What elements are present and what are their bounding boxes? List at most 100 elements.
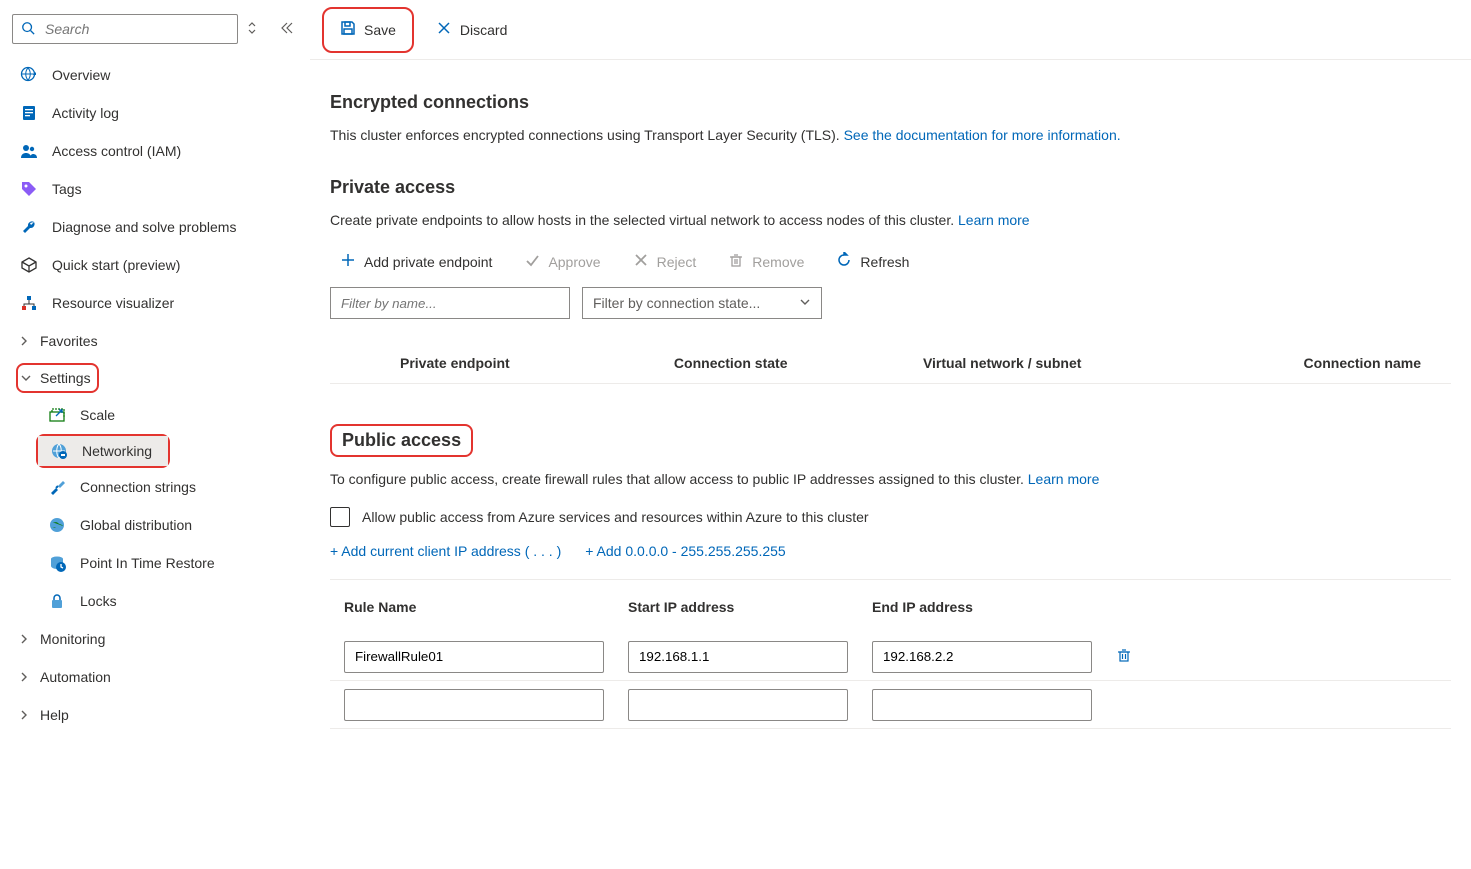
chevron-down-icon	[799, 295, 811, 311]
nav-access-control[interactable]: Access control (IAM)	[0, 132, 310, 170]
col-rule-name: Rule Name	[344, 599, 604, 615]
delete-rule-button[interactable]	[1116, 650, 1132, 666]
discard-label: Discard	[460, 22, 507, 38]
end-ip-input[interactable]	[872, 689, 1092, 721]
encrypted-title: Encrypted connections	[330, 92, 1451, 113]
search-sort-icon[interactable]	[246, 20, 258, 39]
filter-state-select[interactable]: Filter by connection state...	[582, 287, 822, 319]
nav-resource-visualizer[interactable]: Resource visualizer	[0, 284, 310, 322]
public-text-body: To configure public access, create firew…	[330, 471, 1028, 487]
encrypted-doc-link[interactable]: See the documentation for more informati…	[844, 127, 1121, 143]
save-icon	[340, 20, 356, 39]
globe-icon	[48, 516, 66, 534]
scale-icon	[48, 406, 66, 424]
ip-links: + Add current client IP address ( . . . …	[330, 543, 1451, 559]
col-connection-state: Connection state	[674, 355, 923, 371]
nav-monitoring[interactable]: Monitoring	[0, 620, 310, 658]
lock-icon	[48, 592, 66, 610]
tag-icon	[20, 180, 38, 198]
search-input[interactable]	[43, 20, 229, 38]
public-learn-more-link[interactable]: Learn more	[1028, 471, 1100, 487]
nav-diagnose[interactable]: Diagnose and solve problems	[0, 208, 310, 246]
encrypted-text: This cluster enforces encrypted connecti…	[330, 127, 1451, 143]
end-ip-input[interactable]	[872, 641, 1092, 673]
nav-label: Quick start (preview)	[52, 257, 290, 273]
sidebar: Overview Activity log Access control (IA…	[0, 0, 310, 869]
network-globe-icon	[50, 442, 68, 460]
refresh-button[interactable]: Refresh	[826, 248, 919, 275]
filter-name-input[interactable]	[330, 287, 570, 319]
nav-favorites[interactable]: Favorites	[0, 322, 310, 360]
nav-pitr[interactable]: Point In Time Restore	[0, 544, 310, 582]
nav-label-settings[interactable]: Settings	[40, 370, 91, 386]
approve-label: Approve	[548, 254, 600, 270]
discard-button[interactable]: Discard	[424, 13, 519, 47]
nav-tags[interactable]: Tags	[0, 170, 310, 208]
cube-icon	[20, 256, 38, 274]
add-private-endpoint-button[interactable]: Add private endpoint	[330, 248, 502, 275]
private-endpoint-toolbar: Add private endpoint Approve Reject Remo…	[330, 248, 1451, 275]
nav-global-distribution[interactable]: Global distribution	[0, 506, 310, 544]
public-access-text: To configure public access, create firew…	[330, 471, 1451, 487]
chevron-right-icon	[18, 335, 30, 347]
globe-shortcut-icon	[20, 66, 38, 84]
nav-label: Connection strings	[80, 479, 290, 495]
toolbar: Save Discard	[310, 0, 1471, 60]
search-icon	[21, 21, 43, 38]
save-button[interactable]: Save	[328, 13, 408, 47]
close-icon	[633, 252, 649, 271]
search-box[interactable]	[12, 14, 238, 44]
collapse-sidebar-icon[interactable]	[276, 21, 298, 38]
wrench-icon	[20, 218, 38, 236]
nav-label: Favorites	[40, 333, 98, 349]
hierarchy-icon	[20, 294, 38, 312]
start-ip-input[interactable]	[628, 689, 848, 721]
encrypted-text-body: This cluster enforces encrypted connecti…	[330, 127, 844, 143]
content: Encrypted connections This cluster enfor…	[310, 60, 1471, 769]
sidebar-nav: Overview Activity log Access control (IA…	[0, 50, 310, 740]
firewall-table-header: Rule Name Start IP address End IP addres…	[330, 579, 1451, 633]
allow-azure-row: Allow public access from Azure services …	[330, 507, 1451, 527]
nav-activity-log[interactable]: Activity log	[0, 94, 310, 132]
nav-connection-strings[interactable]: Connection strings	[0, 468, 310, 506]
chevron-right-icon	[18, 671, 30, 683]
firewall-table: Rule Name Start IP address End IP addres…	[330, 579, 1451, 729]
nav-automation[interactable]: Automation	[0, 658, 310, 696]
plus-icon	[340, 252, 356, 271]
add-ip-range-link[interactable]: + Add 0.0.0.0 - 255.255.255.255	[585, 543, 785, 559]
col-private-endpoint: Private endpoint	[330, 355, 674, 371]
nav-networking[interactable]: Networking	[38, 436, 168, 466]
firewall-rule-row	[330, 633, 1451, 681]
col-end-ip: End IP address	[872, 599, 1092, 615]
nav-label: Global distribution	[80, 517, 290, 533]
refresh-label: Refresh	[860, 254, 909, 270]
allow-azure-checkbox[interactable]	[330, 507, 350, 527]
nav-locks[interactable]: Locks	[0, 582, 310, 620]
rule-name-input[interactable]	[344, 641, 604, 673]
public-access-title: Public access	[342, 430, 461, 450]
rule-name-input[interactable]	[344, 689, 604, 721]
nav-label: Monitoring	[40, 631, 105, 647]
highlight-public-access: Public access	[330, 424, 473, 457]
highlight-networking: Networking	[36, 434, 170, 468]
nav-quick-start[interactable]: Quick start (preview)	[0, 246, 310, 284]
nav-label: Access control (IAM)	[52, 143, 290, 159]
nav-label: Activity log	[52, 105, 290, 121]
nav-label: Networking	[82, 443, 152, 459]
nav-label: Scale	[80, 407, 290, 423]
add-current-ip-link[interactable]: + Add current client IP address ( . . . …	[330, 543, 561, 559]
nav-label: Resource visualizer	[52, 295, 290, 311]
col-start-ip: Start IP address	[628, 599, 848, 615]
private-access-text: Create private endpoints to allow hosts …	[330, 212, 1451, 228]
nav-help[interactable]: Help	[0, 696, 310, 734]
highlight-save: Save	[322, 7, 414, 53]
start-ip-input[interactable]	[628, 641, 848, 673]
nav-overview[interactable]: Overview	[0, 56, 310, 94]
private-learn-more-link[interactable]: Learn more	[958, 212, 1030, 228]
nav-scale[interactable]: Scale	[0, 396, 310, 434]
refresh-icon	[836, 252, 852, 271]
public-access-section: Public access To configure public access…	[330, 424, 1451, 729]
remove-label: Remove	[752, 254, 804, 270]
chevron-down-icon[interactable]	[20, 372, 32, 384]
restore-icon	[48, 554, 66, 572]
